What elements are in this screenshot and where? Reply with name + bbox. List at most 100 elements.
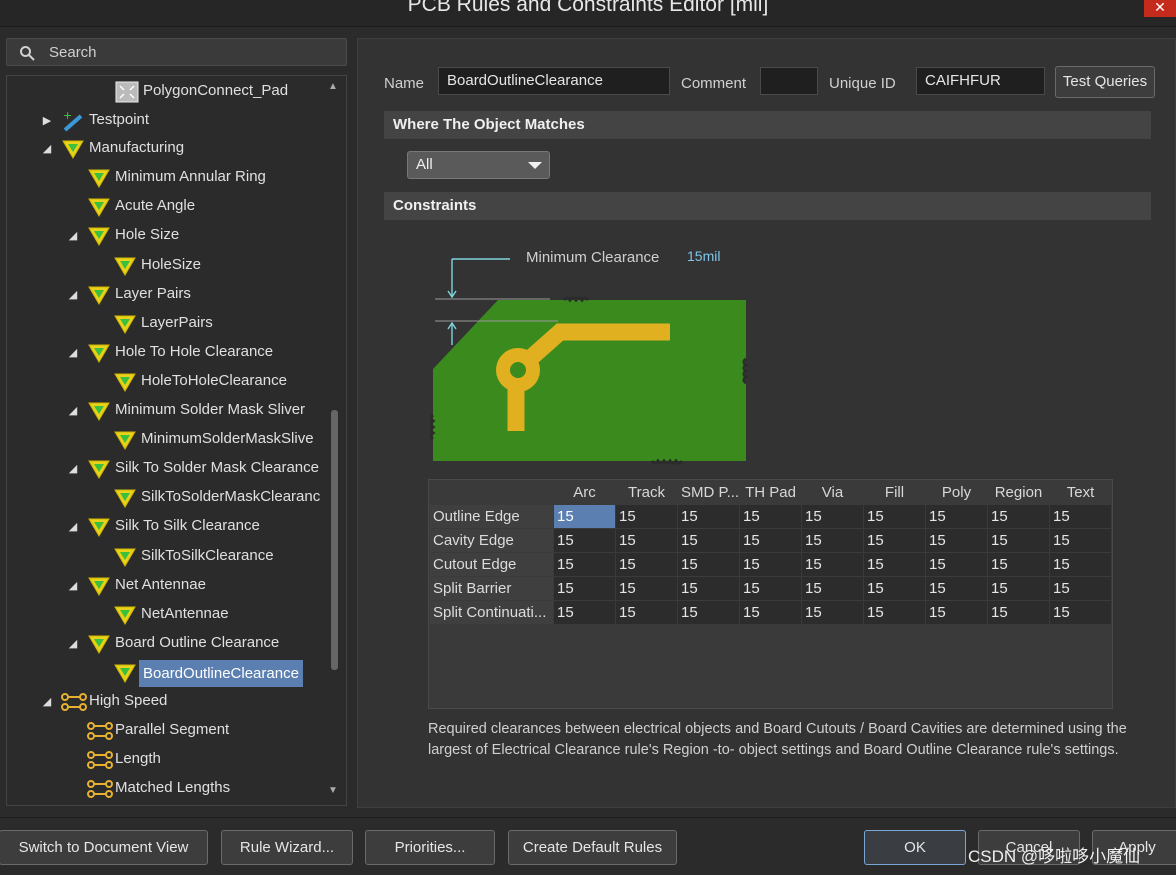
tree-item-holetoholeclearance[interactable]: HoleToHoleClearance (7, 369, 327, 395)
clearance-cell[interactable]: 15 (1049, 528, 1112, 553)
clearance-cell[interactable]: 15 (615, 528, 678, 553)
clearance-cell[interactable]: 15 (801, 504, 864, 529)
scroll-thumb[interactable] (331, 410, 338, 670)
column-header[interactable]: SMD P... (677, 480, 740, 505)
clearance-cell[interactable]: 15 (801, 600, 864, 625)
collapse-arrow-icon[interactable]: ◢ (67, 346, 79, 359)
tree-item-testpoint[interactable]: ▶ + Testpoint (7, 108, 327, 134)
tree-item-layer-pairs[interactable]: ◢ Layer Pairs (7, 282, 327, 308)
tree-item-manufacturing[interactable]: ◢ Manufacturing (7, 136, 327, 162)
column-header[interactable]: Fill (863, 480, 926, 505)
clearance-cell[interactable]: 15 (1049, 576, 1112, 601)
tree-item-hole-to-hole-clearance[interactable]: ◢ Hole To Hole Clearance (7, 340, 327, 366)
clearance-cell[interactable]: 15 (925, 600, 988, 625)
clearance-cell[interactable]: 15 (739, 504, 802, 529)
tree-item-minimum-annular-ring[interactable]: Minimum Annular Ring (7, 165, 327, 191)
tree-item-hole-size[interactable]: ◢ Hole Size (7, 223, 327, 249)
clearance-cell[interactable]: 15 (677, 576, 740, 601)
tree-item-polygonconnect-pad[interactable]: PolygonConnect_Pad (7, 79, 327, 105)
row-header[interactable]: Outline Edge (429, 504, 554, 529)
clearance-cell[interactable]: 15 (1049, 600, 1112, 625)
rule-wizard-button[interactable]: Rule Wizard... (221, 830, 353, 865)
column-header[interactable]: Region (987, 480, 1050, 505)
clearance-cell[interactable]: 15 (615, 504, 678, 529)
tree-item-parallel-segment[interactable]: Parallel Segment (7, 718, 327, 744)
clearance-cell[interactable]: 15 (553, 576, 616, 601)
clearance-cell[interactable]: 15 (553, 552, 616, 577)
tree-item-minimumsoldermasksliver[interactable]: MinimumSolderMaskSlive (7, 427, 327, 453)
clearance-cell[interactable]: 15 (987, 552, 1050, 577)
comment-field[interactable] (760, 67, 818, 95)
clearance-cell[interactable]: 15 (863, 504, 926, 529)
clearance-cell[interactable]: 15 (987, 528, 1050, 553)
switch-view-button[interactable]: Switch to Document View (0, 830, 208, 865)
clearance-cell[interactable]: 15 (863, 528, 926, 553)
collapse-arrow-icon[interactable]: ◢ (67, 462, 79, 475)
row-header[interactable]: Split Barrier (429, 576, 554, 601)
priorities-button[interactable]: Priorities... (365, 830, 495, 865)
clearance-cell[interactable]: 15 (801, 528, 864, 553)
column-header[interactable]: Text (1049, 480, 1112, 505)
clearance-cell[interactable]: 15 (615, 576, 678, 601)
clearance-cell[interactable]: 15 (677, 528, 740, 553)
scroll-down-icon[interactable]: ▼ (328, 785, 338, 796)
clearance-cell[interactable]: 15 (615, 600, 678, 625)
clearance-cell[interactable]: 15 (1049, 504, 1112, 529)
clearance-cell[interactable]: 15 (863, 552, 926, 577)
clearance-cell[interactable]: 15 (801, 576, 864, 601)
clearance-cell[interactable]: 15 (863, 576, 926, 601)
clearance-grid[interactable]: Arc Track SMD P... TH Pad Via Fill Poly Region T… (428, 479, 1113, 709)
clearance-cell[interactable]: 15 (677, 600, 740, 625)
collapse-arrow-icon[interactable]: ◢ (67, 579, 79, 592)
clearance-cell[interactable]: 15 (677, 504, 740, 529)
clearance-cell[interactable]: 15 (739, 552, 802, 577)
collapse-arrow-icon[interactable]: ◢ (41, 142, 53, 155)
clearance-cell[interactable]: 15 (739, 600, 802, 625)
collapse-arrow-icon[interactable]: ◢ (67, 520, 79, 533)
tree-item-length[interactable]: Length (7, 747, 327, 773)
tree-item-board-outline-clearance[interactable]: ◢ Board Outline Clearance (7, 631, 327, 657)
create-default-rules-button[interactable]: Create Default Rules (508, 830, 677, 865)
tree-item-boardoutlineclearance[interactable]: BoardOutlineClearance (7, 660, 327, 687)
clearance-cell[interactable]: 15 (925, 504, 988, 529)
collapse-arrow-icon[interactable]: ◢ (67, 229, 79, 242)
tree-item-silktosilkclearance[interactable]: SilkToSilkClearance (7, 544, 327, 570)
clearance-cell[interactable]: 15 (739, 528, 802, 553)
tree-item-netantennae[interactable]: NetAntennae (7, 602, 327, 628)
tree-item-layerpairs[interactable]: LayerPairs (7, 311, 327, 337)
clearance-cell[interactable]: 15 (1049, 552, 1112, 577)
search-input[interactable]: Search (49, 44, 97, 61)
tree-item-matched-lengths[interactable]: Matched Lengths (7, 776, 327, 802)
ok-button[interactable]: OK (864, 830, 966, 865)
column-header[interactable]: Via (801, 480, 864, 505)
clearance-cell[interactable]: 15 (553, 528, 616, 553)
column-header[interactable]: Poly (925, 480, 988, 505)
tree-item-holesize[interactable]: HoleSize (7, 253, 327, 279)
clearance-cell[interactable]: 15 (987, 600, 1050, 625)
collapse-arrow-icon[interactable]: ◢ (67, 288, 79, 301)
tree-item-minimum-solder-mask-sliver[interactable]: ◢ Minimum Solder Mask Sliver (7, 398, 327, 424)
column-header[interactable]: Arc (553, 480, 616, 505)
tree-scrollbar[interactable]: ▲ ▼ (328, 75, 344, 806)
scroll-up-icon[interactable]: ▲ (328, 81, 338, 92)
clearance-cell[interactable]: 15 (553, 600, 616, 625)
tree-item-silktosoldermaskclearance[interactable]: SilkToSolderMaskClearanc (7, 485, 327, 511)
clearance-cell[interactable]: 15 (739, 576, 802, 601)
search-box[interactable]: Search (6, 38, 347, 66)
collapse-arrow-icon[interactable]: ◢ (41, 695, 53, 708)
clearance-cell[interactable]: 15 (863, 600, 926, 625)
clearance-cell[interactable]: 15 (925, 528, 988, 553)
clearance-cell[interactable]: 15 (801, 552, 864, 577)
row-header[interactable]: Cavity Edge (429, 528, 554, 553)
tree-item-silk-to-silk-clearance[interactable]: ◢ Silk To Silk Clearance (7, 514, 327, 540)
clearance-cell[interactable]: 15 (553, 504, 616, 529)
clearance-cell[interactable]: 15 (987, 504, 1050, 529)
min-clearance-value[interactable]: 15mil (687, 248, 720, 264)
clearance-cell[interactable]: 15 (677, 552, 740, 577)
collapse-arrow-icon[interactable]: ◢ (67, 637, 79, 650)
collapse-arrow-icon[interactable]: ◢ (67, 404, 79, 417)
name-field[interactable]: BoardOutlineClearance (438, 67, 670, 95)
clearance-cell[interactable]: 15 (987, 576, 1050, 601)
column-header[interactable]: TH Pad (739, 480, 802, 505)
object-match-dropdown[interactable]: All (407, 151, 550, 179)
